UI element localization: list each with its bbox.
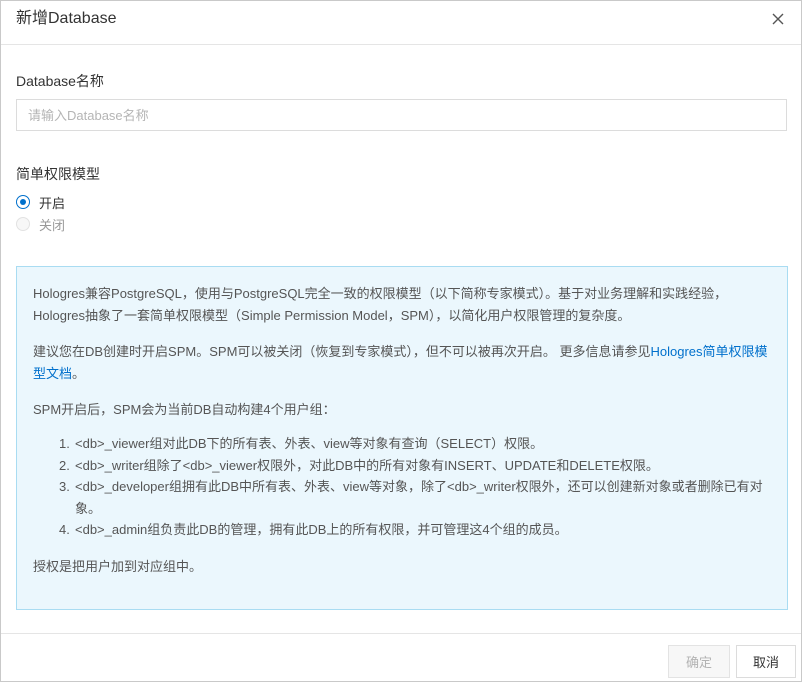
list-item-text: <db>_writer组除了<db>_viewer权限外，对此DB中的所有对象有… bbox=[75, 457, 659, 473]
list-item-text: <db>_developer组拥有此DB中所有表、外表、view等对象，除了<d… bbox=[75, 479, 763, 516]
list-number: 1. bbox=[59, 436, 70, 451]
list-item: 2. <db>_writer组除了<db>_viewer权限外，对此DB中的所有对… bbox=[59, 455, 771, 477]
info-paragraph-intro: Hologres兼容PostgreSQL，使用与PostgreSQL完全一致的权… bbox=[33, 286, 728, 323]
radio-option-label: 开启 bbox=[39, 195, 66, 211]
info-paragraph-groups-intro: SPM开启后，SPM会为当前DB自动构建4个用户组： bbox=[33, 402, 336, 417]
list-item-text: <db>_viewer组对此DB下的所有表、外表、view等对象有查询（SELE… bbox=[75, 436, 544, 451]
dialog-header: 新增Database bbox=[1, 1, 801, 45]
info-paragraph-authorization: 授权是把用户加到对应组中。 bbox=[33, 558, 203, 574]
recommendation-text: 建议您在DB创建时开启SPM。SPM可以被关闭（恢复到专家模式），但不可以被再次… bbox=[33, 344, 651, 359]
radio-unchecked-icon[interactable] bbox=[16, 217, 30, 231]
list-item: 4. <db>_admin组负责此DB的管理，拥有此DB上的所有权限，并可管理这4… bbox=[59, 519, 771, 541]
close-icon[interactable] bbox=[769, 10, 787, 28]
list-number: 3. bbox=[59, 479, 70, 494]
radio-option-enable[interactable]: 开启 bbox=[16, 193, 65, 211]
radio-option-label: 关闭 bbox=[39, 217, 66, 233]
cancel-button[interactable]: 取消 bbox=[736, 645, 796, 678]
list-item-text: <db>_admin组负责此DB的管理，拥有此DB上的所有权限，并可管理这4个组… bbox=[75, 522, 568, 537]
list-number: 2. bbox=[59, 457, 70, 473]
permission-model-label: 简单权限模型 bbox=[16, 166, 100, 182]
list-item: 1. <db>_viewer组对此DB下的所有表、外表、view等对象有查询（SE… bbox=[59, 433, 771, 455]
radio-option-disable[interactable]: 关闭 bbox=[16, 215, 65, 233]
list-item: 3. <db>_developer组拥有此DB中所有表、外表、view等对象，除了… bbox=[59, 476, 771, 519]
confirm-button[interactable]: 确定 bbox=[668, 645, 730, 678]
recommendation-end: 。 bbox=[72, 366, 86, 381]
spm-info-box: Hologres兼容PostgreSQL，使用与PostgreSQL完全一致的权… bbox=[16, 266, 788, 610]
list-number: 4. bbox=[59, 522, 70, 537]
user-groups-list: 1. <db>_viewer组对此DB下的所有表、外表、view等对象有查询（SE… bbox=[33, 433, 771, 541]
create-database-dialog: 新增Database Database名称 简单权限模型 开启 关闭 Holog… bbox=[0, 0, 802, 682]
info-paragraph-recommendation: 建议您在DB创建时开启SPM。SPM可以被关闭（恢复到专家模式），但不可以被再次… bbox=[33, 341, 771, 385]
database-name-label: Database名称 bbox=[16, 73, 104, 89]
dialog-footer: 确定 取消 bbox=[1, 633, 801, 683]
dialog-title: 新增Database bbox=[16, 10, 117, 27]
database-name-input[interactable] bbox=[16, 99, 787, 131]
radio-checked-icon[interactable] bbox=[16, 195, 30, 209]
